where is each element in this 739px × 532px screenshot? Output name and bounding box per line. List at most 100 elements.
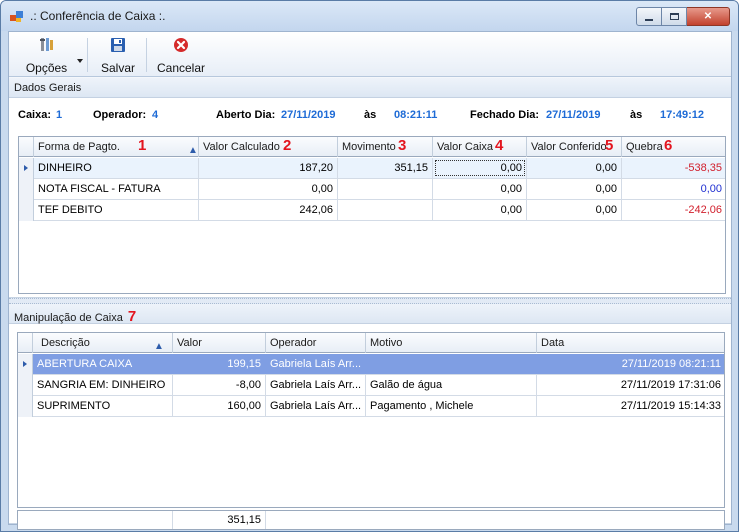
annotation-number: 2 bbox=[283, 137, 292, 154]
cell-motivo[interactable] bbox=[366, 354, 537, 374]
toolbar: Opções Salvar Cancelar bbox=[9, 32, 731, 77]
cell-data[interactable]: 27/11/2019 15:14:33 bbox=[537, 396, 724, 416]
total-valor: 351,15 bbox=[173, 511, 266, 529]
caixa-value: 1 bbox=[56, 109, 63, 121]
cell-valor-calculado[interactable]: 0,00 bbox=[199, 179, 338, 199]
cell-valor[interactable]: 199,15 bbox=[173, 354, 266, 374]
cell-descricao[interactable]: SUPRIMENTO bbox=[33, 396, 173, 416]
cell-forma[interactable]: DINHEIRO bbox=[34, 158, 199, 178]
opcoes-button[interactable]: Opções bbox=[11, 34, 83, 76]
row-selector-icon bbox=[23, 361, 27, 367]
cell-quebra[interactable]: 0,00 bbox=[622, 179, 725, 199]
close-icon: ✕ bbox=[703, 11, 713, 22]
aberto-label: Aberto Dia: bbox=[216, 109, 276, 121]
table-row[interactable]: NOTA FISCAL - FATURA 0,00 0,00 0,00 0,00 bbox=[19, 179, 725, 200]
client-area: Opções Salvar Cancelar Dados Gerais Caix… bbox=[8, 31, 732, 530]
table-row[interactable]: SUPRIMENTO 160,00 Gabriela Laís Arr... P… bbox=[18, 396, 724, 417]
caixa-info: Caixa: 1 Operador: 4 Aberto Dia: 27/11/2… bbox=[9, 109, 731, 123]
manipulacao-heading: Manipulação de Caixa 7 bbox=[9, 304, 731, 325]
column-header-descricao[interactable]: Descrição ▲ bbox=[33, 333, 173, 353]
row-header[interactable] bbox=[19, 158, 34, 179]
app-icon bbox=[10, 11, 24, 23]
column-header-motivo[interactable]: Motivo bbox=[366, 333, 537, 353]
opcoes-label: Opções bbox=[25, 61, 68, 75]
column-header-valor-caixa[interactable]: Valor Caixa 4 bbox=[433, 137, 527, 157]
tools-icon bbox=[39, 38, 53, 51]
table-row[interactable]: DINHEIRO 187,20 351,15 0,00 0,00 -538,35 bbox=[19, 158, 725, 179]
column-header-operador[interactable]: Operador bbox=[266, 333, 366, 353]
cell-valor-conferido[interactable]: 0,00 bbox=[527, 179, 622, 199]
grid-header: Descrição ▲ Valor Operador Motivo Data bbox=[18, 333, 724, 353]
column-header-quebra[interactable]: Quebra 6 bbox=[622, 137, 725, 157]
operador-value: 4 bbox=[152, 109, 159, 121]
cell-valor[interactable]: 160,00 bbox=[173, 396, 266, 416]
cell-valor-caixa[interactable]: 0,00 bbox=[433, 179, 527, 199]
maximize-button[interactable] bbox=[662, 7, 687, 26]
row-header[interactable] bbox=[18, 375, 33, 396]
row-selector-icon bbox=[24, 165, 28, 171]
column-header-forma[interactable]: Forma de Pagto. 1 ▲ bbox=[34, 137, 199, 157]
cell-valor-caixa[interactable]: 0,00 bbox=[433, 158, 527, 178]
cell-valor-calculado[interactable]: 187,20 bbox=[199, 158, 338, 178]
sort-ascending-icon: ▲ bbox=[154, 341, 164, 352]
sort-ascending-icon: ▲ bbox=[188, 145, 198, 156]
cell-descricao[interactable]: ABERTURA CAIXA bbox=[33, 354, 173, 374]
table-row[interactable]: TEF DEBITO 242,06 0,00 0,00 -242,06 bbox=[19, 200, 725, 221]
cell-operador[interactable]: Gabriela Laís Arr... bbox=[266, 375, 366, 395]
column-header-movimento[interactable]: Movimento 3 bbox=[338, 137, 433, 157]
column-header-valor-conferido[interactable]: Valor Conferido 5 bbox=[527, 137, 622, 157]
aberto-date: 27/11/2019 bbox=[281, 109, 336, 121]
table-row[interactable]: SANGRIA EM: DINHEIRO -8,00 Gabriela Laís… bbox=[18, 375, 724, 396]
cell-valor[interactable]: -8,00 bbox=[173, 375, 266, 395]
row-header[interactable] bbox=[18, 354, 33, 375]
cell-forma[interactable]: NOTA FISCAL - FATURA bbox=[34, 179, 199, 199]
aberto-time: 08:21:11 bbox=[394, 109, 438, 121]
annotation-number: 1 bbox=[138, 137, 147, 154]
salvar-button[interactable]: Salvar bbox=[94, 34, 142, 76]
column-header-data[interactable]: Data bbox=[537, 333, 724, 353]
cell-quebra[interactable]: -242,06 bbox=[622, 200, 725, 220]
minimize-button[interactable] bbox=[636, 7, 662, 26]
cell-data[interactable]: 27/11/2019 08:21:11 bbox=[537, 354, 724, 374]
title-bar[interactable]: .: Conferência de Caixa :. ✕ bbox=[1, 1, 738, 31]
cell-operador[interactable]: Gabriela Laís Arr... bbox=[266, 354, 366, 374]
close-button[interactable]: ✕ bbox=[687, 7, 730, 26]
cell-descricao[interactable]: SANGRIA EM: DINHEIRO bbox=[33, 375, 173, 395]
totals-row: 351,15 bbox=[17, 510, 725, 530]
cell-operador[interactable]: Gabriela Laís Arr... bbox=[266, 396, 366, 416]
manipulacao-grid[interactable]: Descrição ▲ Valor Operador Motivo Data A… bbox=[17, 332, 725, 508]
cell-valor-conferido[interactable]: 0,00 bbox=[527, 200, 622, 220]
fechado-date: 27/11/2019 bbox=[546, 109, 601, 121]
row-header[interactable] bbox=[18, 396, 33, 417]
dados-gerais-heading: Dados Gerais bbox=[9, 78, 731, 98]
cell-forma[interactable]: TEF DEBITO bbox=[34, 200, 199, 220]
cell-valor-calculado[interactable]: 242,06 bbox=[199, 200, 338, 220]
cell-movimento[interactable] bbox=[338, 179, 433, 199]
cell-valor-conferido[interactable]: 0,00 bbox=[527, 158, 622, 178]
annotation-number: 6 bbox=[664, 137, 673, 154]
column-header-valor-calculado[interactable]: Valor Calculado 2 bbox=[199, 137, 338, 157]
cell-motivo[interactable]: Pagamento , Michele bbox=[366, 396, 537, 416]
cell-movimento[interactable] bbox=[338, 200, 433, 220]
cancelar-label: Cancelar bbox=[156, 61, 206, 75]
cell-data[interactable]: 27/11/2019 17:31:06 bbox=[537, 375, 724, 395]
cell-valor-caixa[interactable]: 0,00 bbox=[433, 200, 527, 220]
window-controls: ✕ bbox=[636, 7, 730, 26]
cell-motivo[interactable]: Galão de água bbox=[366, 375, 537, 395]
fechado-as: às bbox=[630, 109, 643, 121]
table-row[interactable]: ABERTURA CAIXA 199,15 Gabriela Laís Arr.… bbox=[18, 354, 724, 375]
salvar-label: Salvar bbox=[100, 61, 135, 75]
cancelar-button[interactable]: Cancelar bbox=[151, 34, 211, 76]
annotation-number: 4 bbox=[495, 137, 504, 154]
maximize-icon bbox=[669, 13, 679, 20]
cell-quebra[interactable]: -538,35 bbox=[622, 158, 725, 178]
aberto-as: às bbox=[364, 109, 377, 121]
conferencia-grid[interactable]: Forma de Pagto. 1 ▲ Valor Calculado 2 Mo… bbox=[18, 136, 726, 294]
toolbar-separator bbox=[87, 38, 88, 72]
cell-movimento[interactable]: 351,15 bbox=[338, 158, 433, 178]
row-header[interactable] bbox=[19, 179, 34, 200]
column-header-valor[interactable]: Valor bbox=[173, 333, 266, 353]
row-header[interactable] bbox=[19, 200, 34, 221]
grid-header: Forma de Pagto. 1 ▲ Valor Calculado 2 Mo… bbox=[19, 137, 725, 157]
save-icon bbox=[111, 38, 125, 52]
